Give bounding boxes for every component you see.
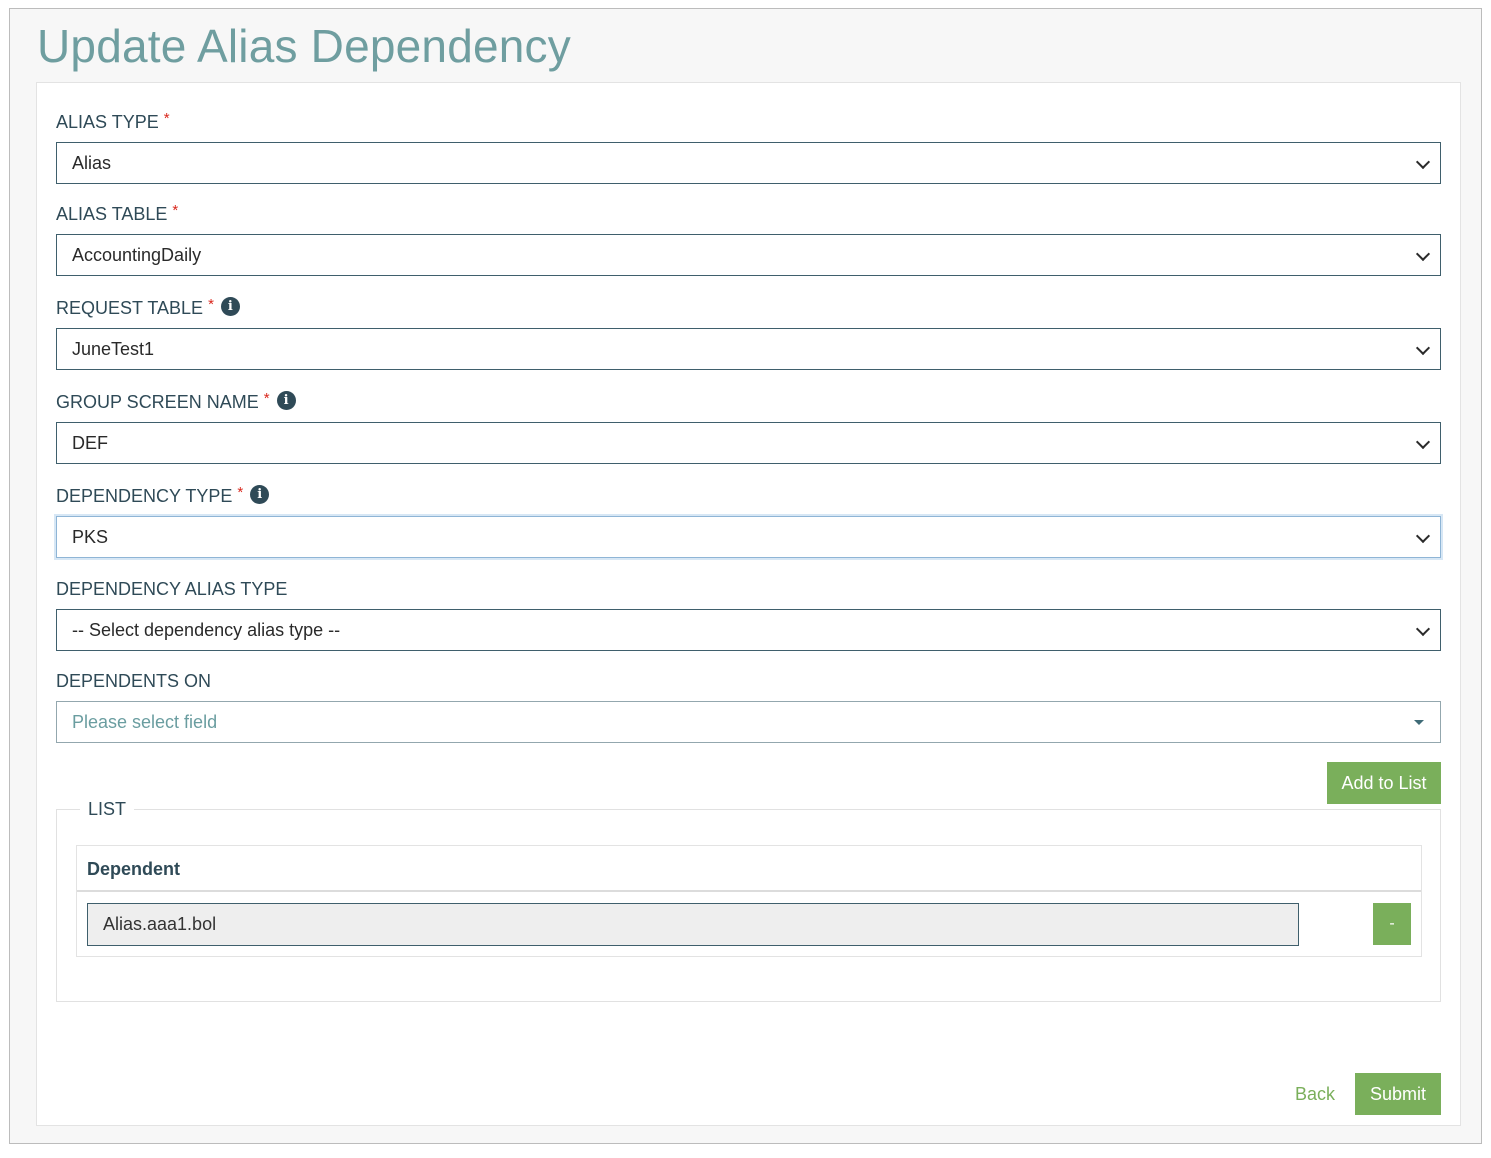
request-table-select[interactable]: JuneTest1: [56, 328, 1441, 370]
alias-type-label-text: ALIAS TYPE: [56, 112, 159, 132]
dependency-alias-type-label-text: DEPENDENCY ALIAS TYPE: [56, 579, 288, 599]
alias-type-label: ALIAS TYPE *: [56, 110, 1441, 133]
required-marker: *: [263, 390, 270, 407]
chevron-down-icon: [1415, 340, 1431, 356]
dependency-alias-type-field: DEPENDENCY ALIAS TYPE -- Select dependen…: [56, 578, 1441, 651]
dependent-row-value[interactable]: Alias.aaa1.bol: [87, 903, 1299, 946]
request-table-value: JuneTest1: [72, 339, 155, 359]
dependent-table: Dependent Alias.aaa1.bol -: [76, 845, 1422, 957]
dependents-on-select[interactable]: Please select field: [56, 701, 1441, 743]
group-screen-name-value: DEF: [72, 433, 108, 453]
dependency-type-field: DEPENDENCY TYPE * i PKS: [56, 484, 1441, 558]
alias-table-value: AccountingDaily: [72, 245, 202, 265]
remove-row-button[interactable]: -: [1373, 903, 1411, 945]
required-marker: *: [172, 202, 179, 219]
group-screen-name-select[interactable]: DEF: [56, 422, 1441, 464]
dependents-on-field: DEPENDENTS ON Please select field: [56, 670, 1441, 743]
submit-button[interactable]: Submit: [1355, 1073, 1441, 1115]
page-title: Update Alias Dependency: [37, 20, 571, 72]
required-marker: *: [208, 296, 214, 313]
dependency-alias-type-value: -- Select dependency alias type --: [72, 620, 341, 640]
alias-table-label-text: ALIAS TABLE: [56, 204, 168, 224]
alias-type-field: ALIAS TYPE * Alias: [56, 110, 1441, 184]
request-table-label-text: REQUEST TABLE: [56, 298, 204, 318]
required-marker: *: [237, 484, 244, 501]
dependency-type-select[interactable]: PKS: [56, 516, 1441, 558]
form-card: ALIAS TYPE * Alias ALIAS TABLE * Account…: [36, 82, 1461, 1126]
dependency-type-value: PKS: [72, 527, 109, 547]
alias-type-value: Alias: [72, 153, 112, 173]
dependents-on-label: DEPENDENTS ON: [56, 670, 1441, 692]
group-screen-name-label-text: GROUP SCREEN NAME: [56, 392, 259, 412]
request-table-label: REQUEST TABLE * i: [56, 296, 1441, 319]
add-to-list-button[interactable]: Add to List: [1327, 762, 1441, 804]
info-circle-icon[interactable]: i: [276, 390, 296, 410]
dependent-column-header: Dependent: [77, 846, 1421, 892]
chevron-down-icon: [1415, 434, 1431, 450]
dependency-type-label: DEPENDENCY TYPE * i: [56, 484, 1441, 507]
group-screen-name-label: GROUP SCREEN NAME * i: [56, 390, 1441, 413]
info-circle-icon[interactable]: i: [250, 484, 270, 504]
chevron-down-icon: [1415, 154, 1431, 170]
alias-table-field: ALIAS TABLE * AccountingDaily: [56, 202, 1441, 276]
dependency-alias-type-label: DEPENDENCY ALIAS TYPE: [56, 578, 1441, 600]
back-link[interactable]: Back: [1295, 1073, 1335, 1115]
alias-table-select[interactable]: AccountingDaily: [56, 234, 1441, 276]
info-circle-icon[interactable]: i: [220, 296, 240, 316]
dependents-on-label-text: DEPENDENTS ON: [56, 671, 212, 691]
dependents-on-placeholder: Please select field: [72, 712, 218, 732]
alias-type-select[interactable]: Alias: [56, 142, 1441, 184]
chevron-down-icon: [1415, 246, 1431, 262]
chevron-down-icon: [1415, 528, 1431, 544]
alias-table-label: ALIAS TABLE *: [56, 202, 1441, 225]
required-marker: *: [163, 110, 170, 127]
chevron-down-icon: [1415, 621, 1431, 637]
request-table-field: REQUEST TABLE * i JuneTest1: [56, 296, 1441, 370]
caret-down-icon: [1414, 720, 1424, 725]
dependency-type-label-text: DEPENDENCY TYPE: [56, 486, 233, 506]
list-fieldset: LIST Dependent Alias.aaa1.bol -: [56, 798, 1441, 1002]
page-container: Update Alias Dependency ALIAS TYPE * Ali…: [9, 8, 1482, 1144]
list-legend: LIST: [80, 798, 135, 820]
dependency-alias-type-select[interactable]: -- Select dependency alias type --: [56, 609, 1441, 651]
group-screen-name-field: GROUP SCREEN NAME * i DEF: [56, 390, 1441, 464]
